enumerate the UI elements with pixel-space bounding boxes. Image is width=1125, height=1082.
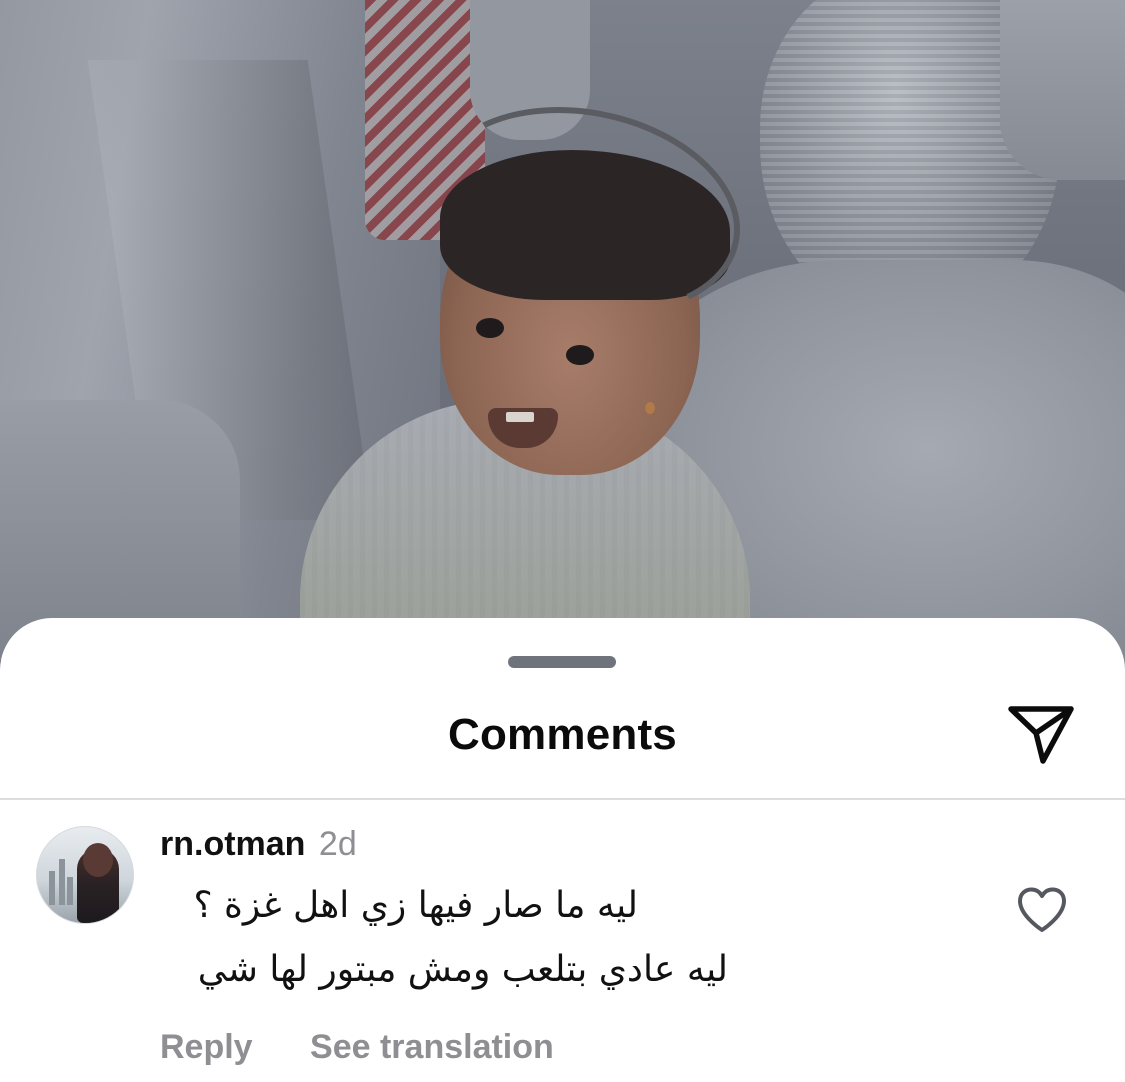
sheet-title: Comments: [448, 710, 677, 759]
paper-plane-icon: [1008, 706, 1074, 764]
see-translation-button[interactable]: See translation: [310, 1028, 554, 1066]
avatar-person: [77, 843, 119, 923]
comments-sheet: Comments rn.otman 2d ليه ما صار فيها زي …: [0, 618, 1125, 1082]
photo-eye-left: [476, 318, 504, 338]
reply-button[interactable]: Reply: [160, 1028, 253, 1066]
photo-eye-right: [566, 345, 594, 365]
sheet-grabber-handle[interactable]: [508, 656, 616, 668]
post-photo-background: [0, 0, 1125, 680]
screen: Comments rn.otman 2d ليه ما صار فيها زي …: [0, 0, 1125, 1082]
comment-text-line-1: ليه ما صار فيها زي اهل غزة ؟: [193, 885, 638, 926]
comment-meta: rn.otman 2d: [160, 822, 357, 866]
comment-item: rn.otman 2d ليه ما صار فيها زي اهل غزة ؟…: [0, 800, 1125, 1082]
avatar[interactable]: [36, 826, 134, 924]
share-button[interactable]: [1002, 698, 1080, 770]
comment-actions: Reply See translation: [160, 1028, 554, 1067]
photo-earring: [645, 402, 655, 414]
comment-username[interactable]: rn.otman: [160, 825, 305, 863]
avatar-building: [49, 871, 55, 905]
like-button[interactable]: [1012, 882, 1072, 938]
avatar-building: [67, 877, 73, 905]
avatar-building: [59, 859, 65, 905]
photo-robe-right: [1000, 0, 1125, 180]
comment-text-line-2: ليه عادي بتلعب ومش مبتور لها شي: [197, 949, 728, 990]
comment-timestamp: 2d: [318, 825, 357, 863]
heart-outline-icon: [1018, 887, 1066, 932]
